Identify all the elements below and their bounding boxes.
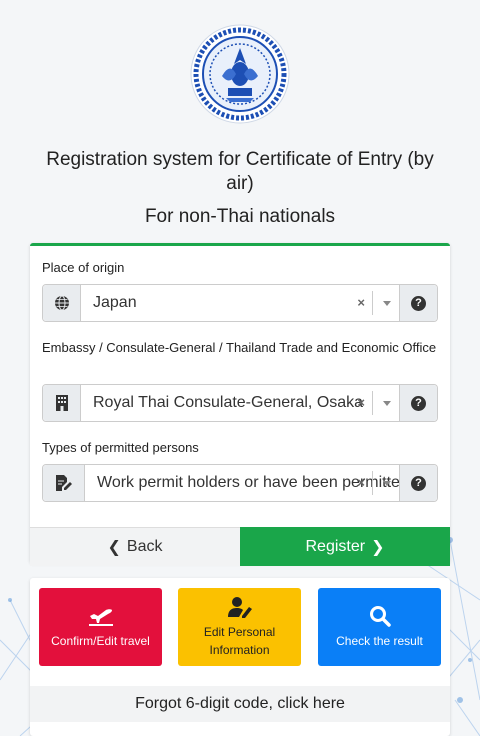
search-icon (369, 604, 391, 628)
thai-government-emblem (190, 24, 290, 124)
embassy-help-button[interactable]: ? (399, 385, 437, 421)
globe-icon (43, 285, 81, 321)
permitted-select[interactable]: Work permit holders or have been permitt… (42, 464, 438, 502)
embassy-select[interactable]: Royal Thai Consulate-General, Osaka × ? (42, 384, 438, 422)
document-edit-icon (43, 465, 85, 501)
confirm-edit-travel-label: Confirm/Edit travel (51, 634, 150, 648)
clear-icon[interactable]: × (357, 395, 365, 410)
origin-select[interactable]: Japan × ? (42, 284, 438, 322)
chevron-left-icon: ❮ (107, 539, 121, 556)
building-icon (43, 385, 81, 421)
permitted-label: Types of permitted persons (42, 440, 199, 455)
help-icon: ? (411, 295, 426, 311)
select-separator (372, 471, 373, 495)
edit-personal-info-button[interactable]: Edit Personal Information (178, 588, 301, 666)
origin-label: Place of origin (42, 260, 125, 275)
back-button[interactable]: ❮ Back (30, 527, 240, 566)
chevron-right-icon: ❯ (371, 538, 385, 556)
chevron-down-icon[interactable] (383, 481, 391, 486)
forgot-code-link[interactable]: Forgot 6-digit code, click here (30, 686, 450, 722)
origin-value-text: Japan (93, 294, 137, 311)
page-title: Registration system for Certificate of E… (46, 149, 434, 194)
embassy-label: Embassy / Consulate-General / Thailand T… (42, 340, 437, 355)
embassy-value-text: Royal Thai Consulate-General, Osaka (93, 394, 364, 411)
confirm-edit-travel-button[interactable]: Confirm/Edit travel (39, 588, 162, 666)
permitted-help-button[interactable]: ? (399, 465, 437, 501)
airplane-icon (88, 604, 114, 628)
permitted-value-text: Work permit holders or have been permitt… (97, 474, 399, 491)
help-icon: ? (411, 475, 426, 491)
register-button[interactable]: Register ❯ (240, 527, 450, 566)
user-edit-icon (227, 595, 253, 619)
registration-form: Place of origin Japan × ? Embassy / Cons… (30, 243, 450, 566)
back-button-label: Back (126, 538, 163, 555)
origin-help-button[interactable]: ? (399, 285, 437, 321)
permitted-select-value[interactable]: Work permit holders or have been permitt… (85, 465, 399, 501)
select-separator (372, 291, 373, 315)
embassy-select-value[interactable]: Royal Thai Consulate-General, Osaka × (81, 385, 399, 421)
check-result-label: Check the result (336, 634, 423, 648)
chevron-down-icon[interactable] (383, 301, 391, 306)
clear-icon[interactable]: × (357, 475, 365, 490)
help-icon: ? (411, 395, 426, 411)
page-subtitle: For non-Thai nationals (144, 206, 336, 227)
edit-personal-info-label: Edit Personal Information (203, 625, 276, 657)
check-result-button[interactable]: Check the result (318, 588, 441, 666)
chevron-down-icon[interactable] (383, 401, 391, 406)
select-separator (372, 391, 373, 415)
clear-icon[interactable]: × (357, 295, 365, 310)
origin-select-value[interactable]: Japan × (81, 285, 399, 321)
register-button-label: Register (305, 537, 366, 555)
menu-card: Confirm/Edit travel Edit Personal Inform… (30, 578, 450, 736)
